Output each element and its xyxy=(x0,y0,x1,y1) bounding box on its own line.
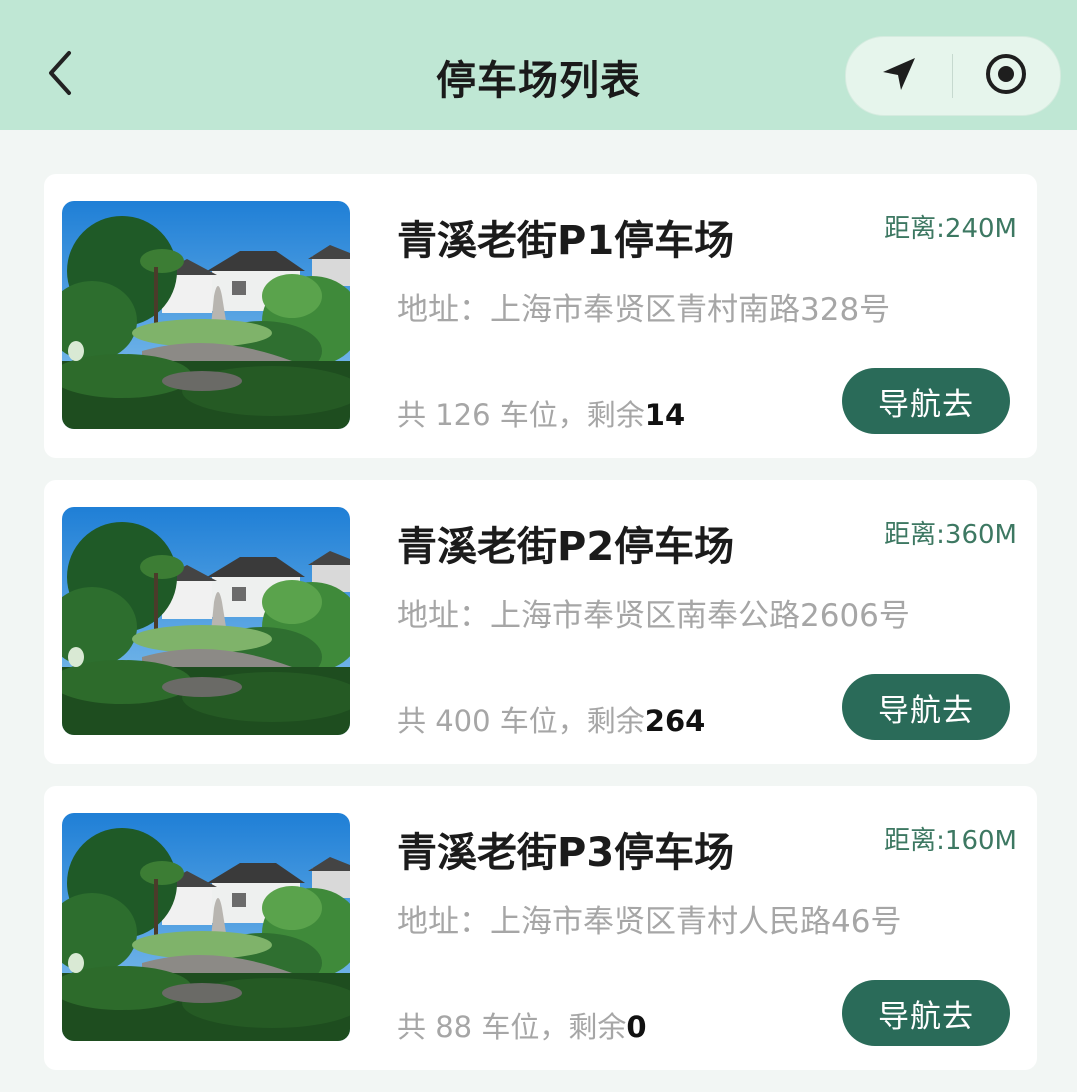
parking-lot-card[interactable]: 青溪老街P1停车场 距离:240M 地址：上海市奉贤区青村南路328号 共 12… xyxy=(44,174,1037,458)
lot-spaces: 共 400 车位，剩余264 xyxy=(397,698,705,740)
lot-spaces: 共 88 车位，剩余0 xyxy=(397,1004,647,1046)
top-bar: 停车场列表 xyxy=(0,0,1077,130)
lot-spaces: 共 126 车位，剩余14 xyxy=(397,392,685,434)
location-button[interactable] xyxy=(846,37,952,115)
navigate-button[interactable]: 导航去 xyxy=(842,980,1010,1046)
parking-lot-card[interactable]: 青溪老街P2停车场 距离:360M 地址：上海市奉贤区南奉公路2606号 共 4… xyxy=(44,480,1037,764)
lot-distance: 距离:160M xyxy=(884,826,1017,856)
spaces-total: 共 88 车位，剩余 xyxy=(397,1010,627,1044)
lot-distance: 距离:360M xyxy=(884,520,1017,550)
navigate-button[interactable]: 导航去 xyxy=(842,674,1010,740)
spaces-remaining: 264 xyxy=(644,704,706,738)
lot-distance: 距离:240M xyxy=(884,214,1017,244)
spaces-total: 共 400 车位，剩余 xyxy=(397,704,645,738)
lot-name: 青溪老街P1停车场 xyxy=(397,218,735,264)
parking-lot-photo xyxy=(62,813,350,1041)
parking-lot-list: 青溪老街P1停车场 距离:240M 地址：上海市奉贤区青村南路328号 共 12… xyxy=(44,174,1037,1092)
lot-address: 地址：上海市奉贤区南奉公路2606号 xyxy=(397,598,910,634)
lot-name: 青溪老街P3停车场 xyxy=(397,830,735,876)
lot-address: 地址：上海市奉贤区青村南路328号 xyxy=(397,292,891,328)
spaces-remaining: 0 xyxy=(626,1010,647,1044)
parking-lot-card[interactable]: 青溪老街P3停车场 距离:160M 地址：上海市奉贤区青村人民路46号 共 88… xyxy=(44,786,1037,1070)
lot-address: 地址：上海市奉贤区青村人民路46号 xyxy=(397,904,902,940)
spaces-total: 共 126 车位，剩余 xyxy=(397,398,645,432)
parking-lot-photo xyxy=(62,201,350,429)
parking-lot-photo xyxy=(62,507,350,735)
record-target-icon xyxy=(984,52,1028,100)
close-button[interactable] xyxy=(953,37,1059,115)
spaces-remaining: 14 xyxy=(644,398,686,432)
navigate-button[interactable]: 导航去 xyxy=(842,368,1010,434)
lot-name: 青溪老街P2停车场 xyxy=(397,524,735,570)
mini-program-capsule xyxy=(845,36,1061,116)
location-arrow-icon xyxy=(879,54,919,98)
